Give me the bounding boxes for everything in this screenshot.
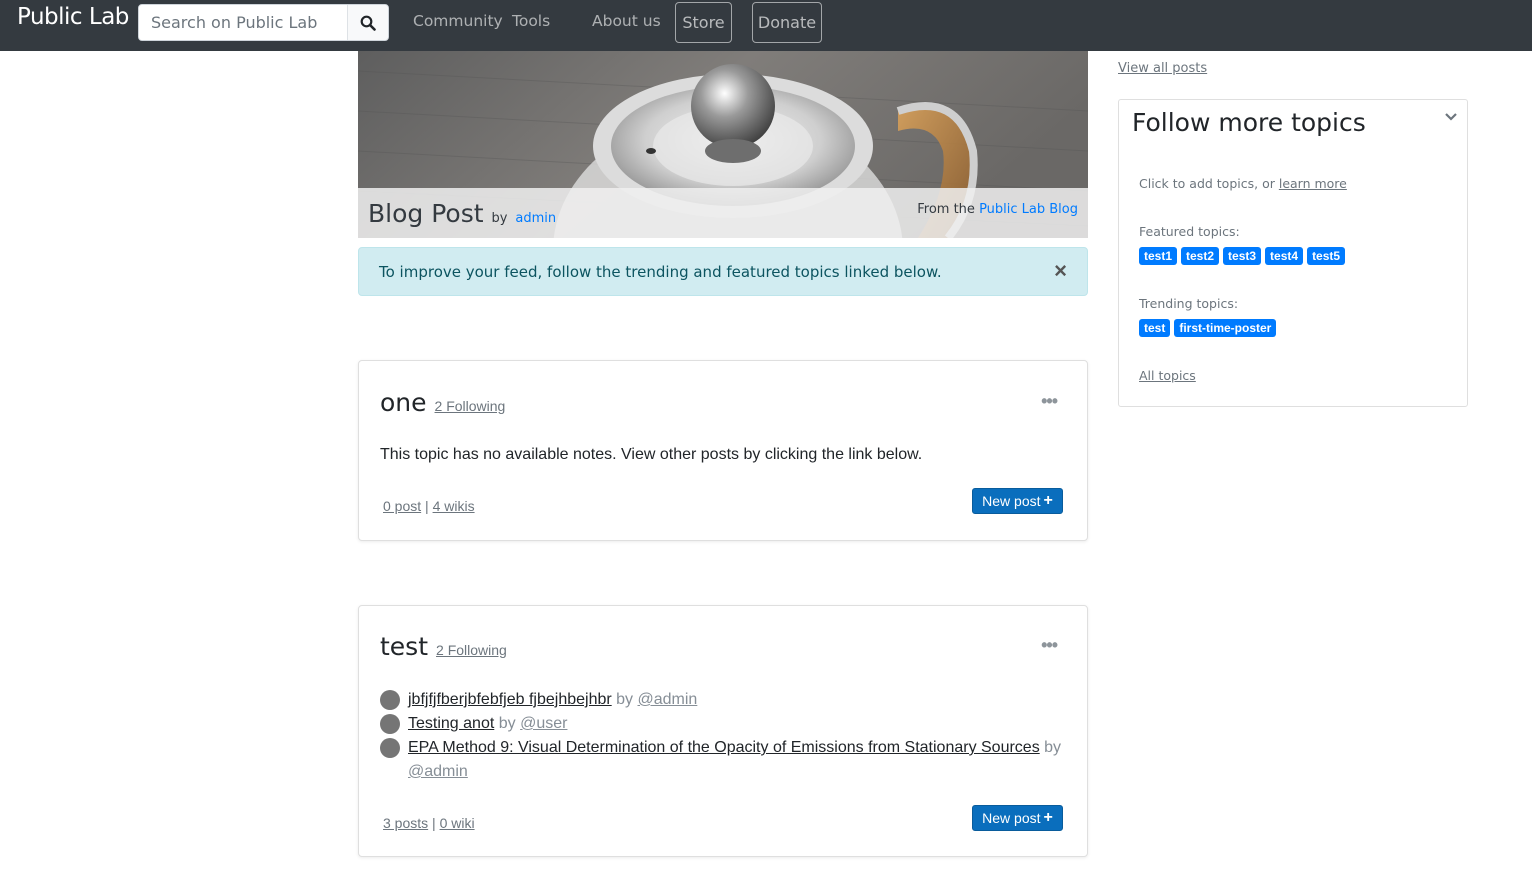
blog-title-text: Blog Post (368, 199, 484, 228)
note-title-link[interactable]: Testing anot (408, 715, 494, 732)
following-link[interactable]: 2 Following (436, 642, 507, 658)
new-post-button[interactable]: New post + (972, 805, 1063, 831)
list-item: EPA Method 9: Visual Determination of th… (380, 736, 1070, 784)
avatar (380, 738, 400, 758)
search-icon (360, 15, 376, 31)
donate-button[interactable]: Donate (752, 2, 822, 43)
blog-header-image: Blog Post by admin From the Public Lab B… (358, 51, 1088, 238)
topic-name: one (380, 388, 427, 417)
feed-alert: To improve your feed, follow the trendin… (358, 247, 1088, 296)
plus-icon: + (1043, 492, 1053, 509)
topic-tag[interactable]: test3 (1223, 247, 1262, 265)
topic-tag[interactable]: test1 (1139, 247, 1178, 265)
nav-community[interactable]: Community (413, 12, 503, 30)
wikis-link[interactable]: 4 wikis (433, 498, 475, 514)
separator: | (425, 498, 429, 514)
learn-more-link[interactable]: learn more (1279, 176, 1347, 191)
new-post-label: New post (982, 493, 1041, 509)
search-button[interactable] (347, 5, 388, 40)
author-link[interactable]: admin (515, 211, 556, 226)
add-topics-text: Click to add topics, or learn more (1139, 176, 1347, 191)
note-author-link[interactable]: @admin (638, 691, 698, 708)
follow-topics-card: Follow more topics Click to add topics, … (1118, 99, 1468, 407)
topic-card-test: test 2 Following ••• jbfjfjfberjbfebfjeb … (358, 605, 1088, 857)
note-author-link[interactable]: @user (520, 715, 567, 732)
plus-icon: + (1043, 809, 1053, 826)
blog-title: Blog Post by admin (368, 199, 556, 228)
note-by: by (1044, 739, 1062, 756)
note-by: by (498, 715, 516, 732)
posts-link[interactable]: 3 posts (383, 815, 428, 831)
topic-title: test 2 Following (380, 632, 507, 661)
list-item: Testing anot by @user (380, 712, 1070, 736)
note-title-link[interactable]: EPA Method 9: Visual Determination of th… (408, 739, 1040, 756)
view-all-posts-link[interactable]: View all posts (1118, 61, 1207, 76)
no-notes-message: This topic has no available notes. View … (380, 446, 923, 463)
featured-label: Featured topics: (1139, 224, 1240, 239)
search-box (138, 4, 389, 41)
topic-tag[interactable]: first-time-poster (1174, 319, 1277, 337)
from-blog: From the Public Lab Blog (917, 202, 1078, 217)
close-icon[interactable]: × (1054, 260, 1067, 282)
navbar: Public Lab Community Tools About us Stor… (0, 0, 1532, 51)
follow-topics-title: Follow more topics (1132, 108, 1366, 137)
topic-tag[interactable]: test5 (1307, 247, 1346, 265)
more-options-icon[interactable]: ••• (1041, 635, 1058, 656)
blog-caption: Blog Post by admin From the Public Lab B… (358, 188, 1088, 238)
add-topics-intro: Click to add topics, or (1139, 176, 1275, 191)
topic-name: test (380, 632, 429, 661)
separator: | (432, 815, 436, 831)
list-item: jbfjfjfberjbfebfjeb fjbejhbejhbr by @adm… (380, 688, 1070, 712)
topic-tag[interactable]: test2 (1181, 247, 1220, 265)
following-link[interactable]: 2 Following (435, 398, 506, 414)
note-by: by (616, 691, 634, 708)
topic-tag[interactable]: test (1139, 319, 1171, 337)
trending-label: Trending topics: (1139, 296, 1239, 311)
more-options-icon[interactable]: ••• (1041, 391, 1058, 412)
search-input[interactable] (139, 5, 349, 40)
note-list: jbfjfjfberjbfebfjeb fjbejhbejhbr by @adm… (380, 688, 1070, 784)
nav-tools[interactable]: Tools (512, 12, 550, 30)
chevron-down-icon[interactable] (1444, 110, 1458, 124)
topic-title: one 2 Following (380, 388, 505, 417)
posts-link[interactable]: 0 post (383, 498, 421, 514)
featured-tags: test1 test2 test3 test4 test5 (1139, 247, 1346, 265)
topic-card-one: one 2 Following ••• This topic has no ava… (358, 360, 1088, 541)
by-label: by (491, 211, 508, 226)
new-post-button[interactable]: New post + (972, 488, 1063, 514)
topic-tag[interactable]: test4 (1265, 247, 1304, 265)
card-footer-links: 0 post | 4 wikis (383, 498, 475, 514)
all-topics-link[interactable]: All topics (1139, 368, 1196, 383)
note-title-link[interactable]: jbfjfjfberjbfebfjeb fjbejhbejhbr (408, 691, 612, 708)
card-footer-links: 3 posts | 0 wiki (383, 815, 475, 831)
brand-logo[interactable]: Public Lab (17, 4, 129, 30)
from-label: From the (917, 202, 975, 217)
avatar (380, 714, 400, 734)
trending-tags: test first-time-poster (1139, 319, 1277, 337)
alert-text: To improve your feed, follow the trendin… (379, 263, 942, 281)
avatar (380, 690, 400, 710)
nav-about-us[interactable]: About us (592, 12, 661, 30)
store-button[interactable]: Store (675, 2, 732, 43)
wikis-link[interactable]: 0 wiki (440, 815, 475, 831)
public-lab-blog-link[interactable]: Public Lab Blog (979, 202, 1078, 217)
new-post-label: New post (982, 810, 1041, 826)
note-author-link[interactable]: @admin (408, 763, 468, 780)
